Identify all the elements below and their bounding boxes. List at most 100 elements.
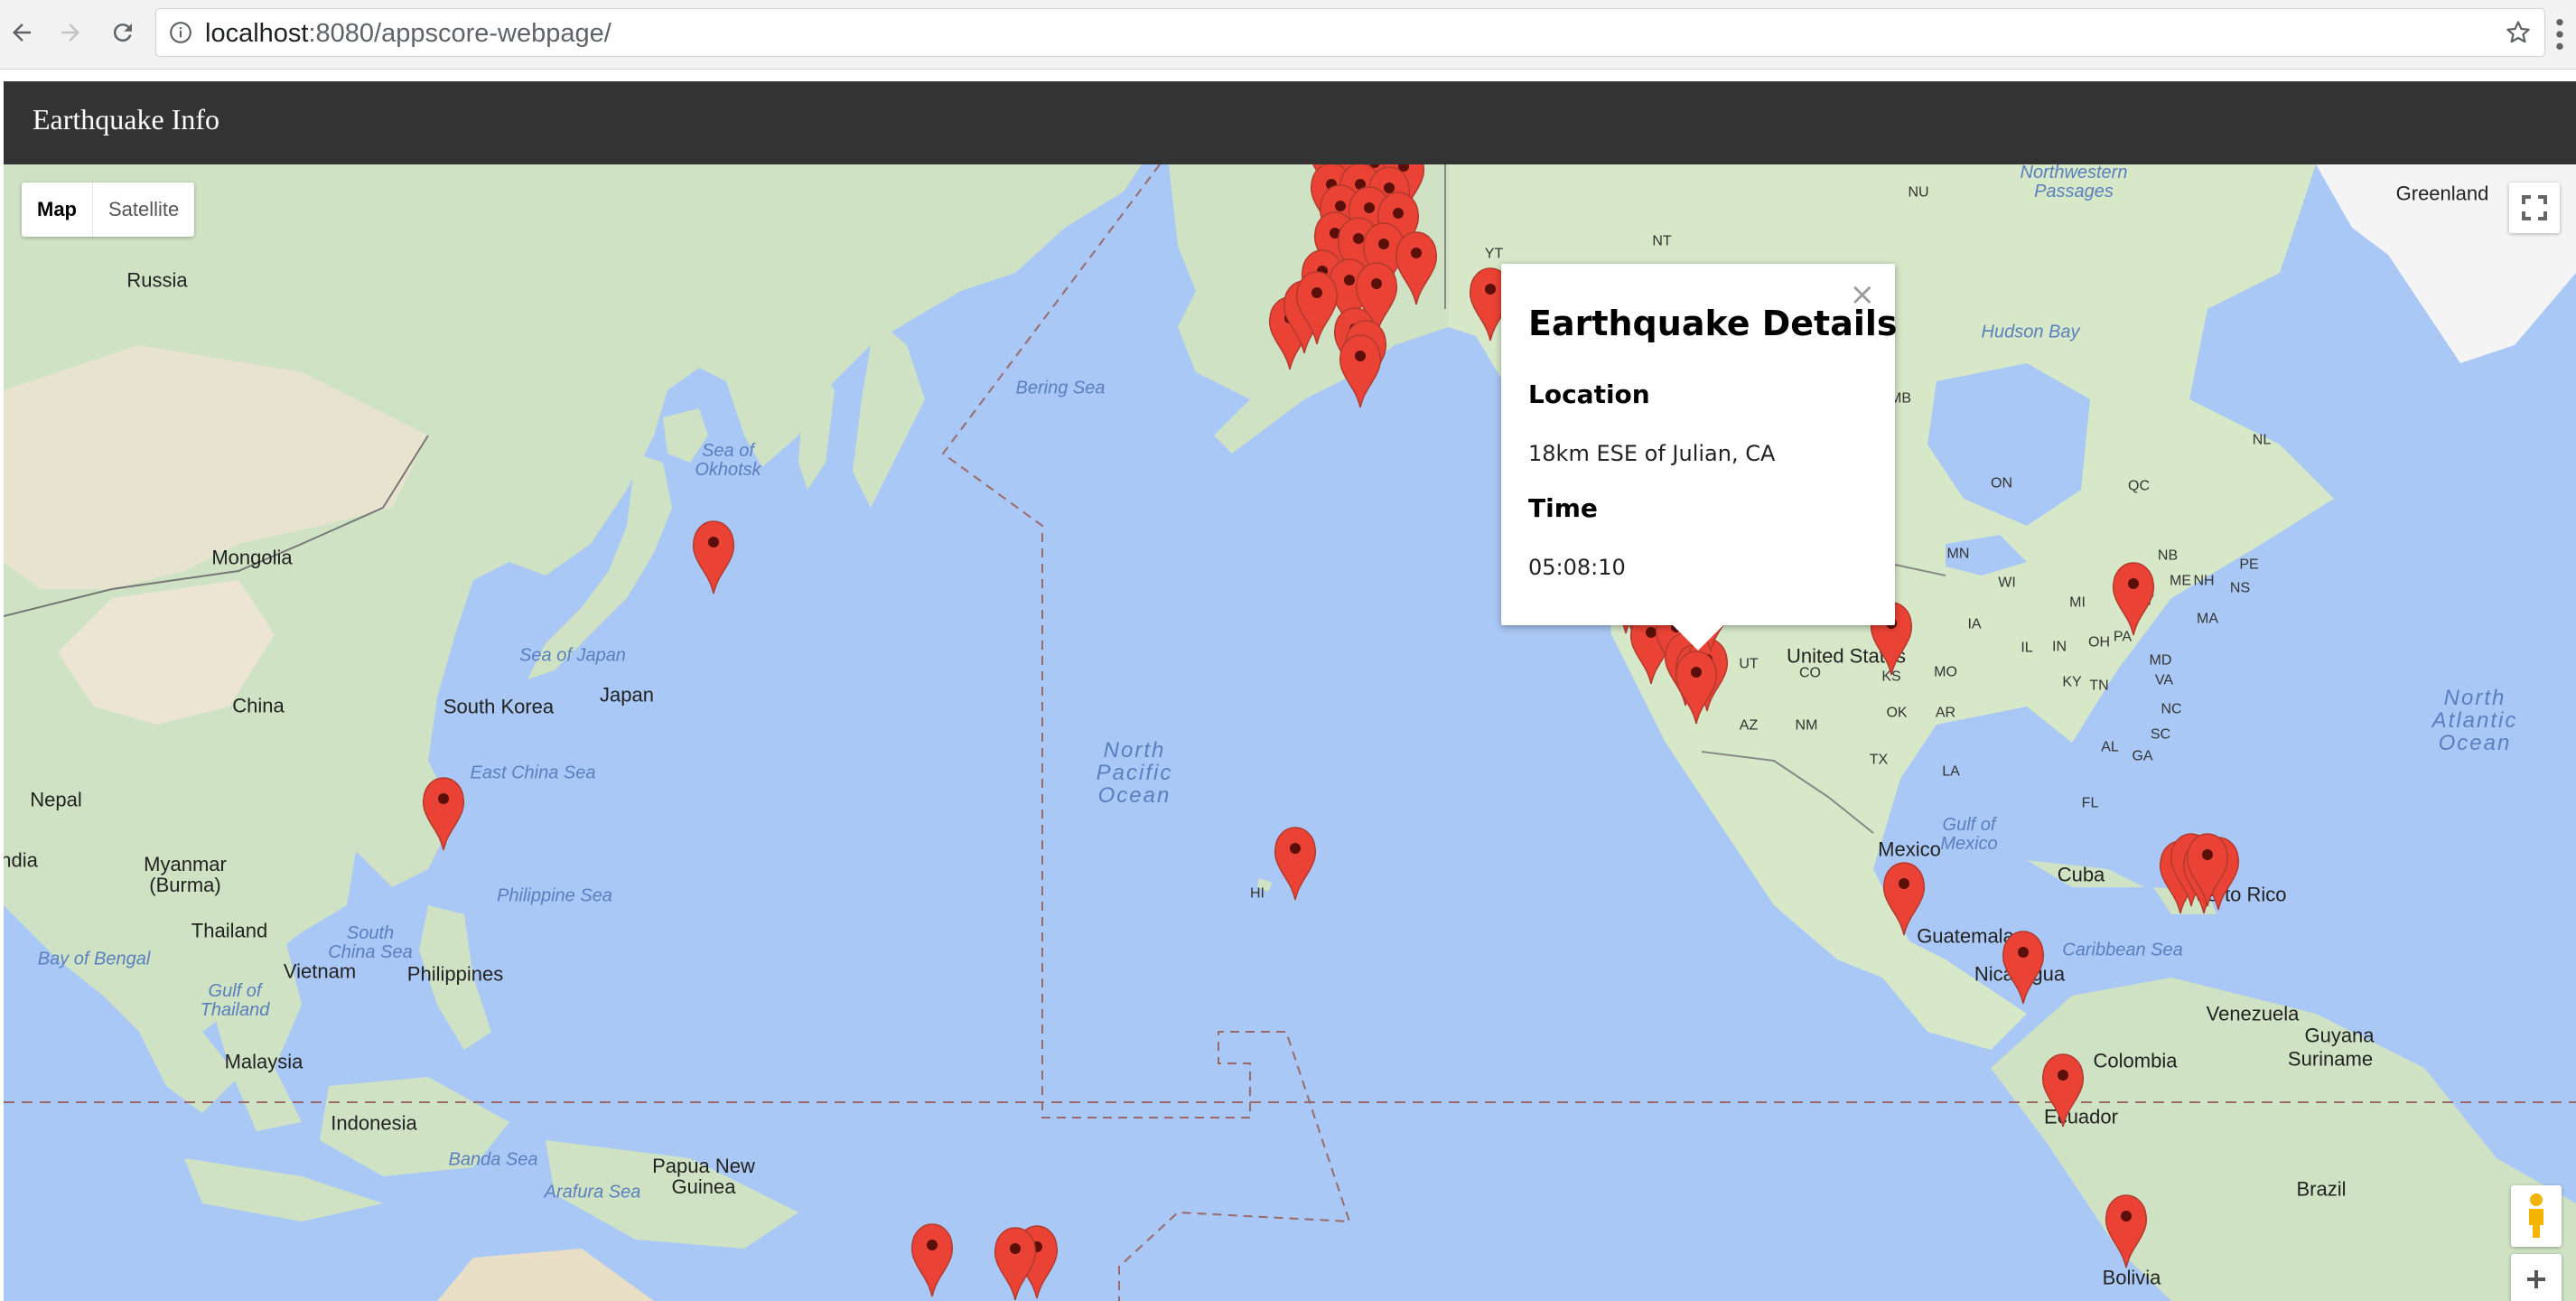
map-label-water: Bering Sea [1015, 378, 1106, 398]
map-label-state: NS [2229, 580, 2251, 596]
street-view-button[interactable] [2511, 1185, 2562, 1247]
map-label-state: HI [1250, 885, 1265, 902]
forward-button[interactable] [51, 13, 90, 52]
map-label-state: ON [1991, 475, 2012, 491]
map-label-state: UT [1739, 656, 1759, 672]
earthquake-marker[interactable] [2002, 931, 2045, 1005]
kebab-menu-icon[interactable] [2551, 16, 2569, 52]
reload-button[interactable] [103, 13, 143, 52]
map-label-state: LA [1942, 763, 1960, 780]
app-navbar: Earthquake Info [4, 81, 2576, 164]
map-label-state: NL [2252, 432, 2272, 448]
map-label-countrie: Indonesia [331, 1111, 417, 1135]
earthquake-marker[interactable] [994, 1227, 1037, 1301]
address-bar[interactable]: localhost:8080/appscore-webpage/ [155, 8, 2545, 57]
map-label-state: MD [2149, 652, 2172, 669]
map-label-water: East China Sea [470, 763, 596, 783]
map-label-countrie: South Korea [443, 695, 555, 718]
map-label-state: MO [1934, 664, 1957, 680]
map-label-countrie: Bolivia [2102, 1266, 2161, 1289]
map-label-water: Northwestern Passages [2020, 164, 2128, 201]
earthquake-marker[interactable] [422, 777, 465, 851]
url-text[interactable]: localhost:8080/appscore-webpage/ [205, 19, 611, 49]
earthquake-marker[interactable] [2105, 1194, 2148, 1268]
map-label-water: Hudson Bay [1981, 322, 2080, 342]
map-label-state: QC [2128, 478, 2150, 494]
map-label-state: AL [2101, 739, 2119, 755]
map-label-state: CO [1799, 665, 1821, 681]
map-label-countrie: Nepal [30, 788, 82, 811]
earthquake-marker[interactable] [2112, 562, 2155, 636]
map-label-countrie: Vietnam [283, 959, 357, 983]
map-label-water: Philippine Sea [497, 885, 612, 906]
map-label-countrie: Thailand [191, 919, 268, 942]
map-label-state: OH [2088, 634, 2110, 650]
brand-title[interactable]: Earthquake Info [33, 103, 219, 136]
map-label-countrie: Suriname [2287, 1047, 2374, 1071]
reload-icon [113, 23, 132, 42]
map-label-water: Sea of Okhotsk [695, 441, 761, 480]
zoom-in-button[interactable] [2511, 1254, 2562, 1301]
info-icon[interactable] [169, 21, 192, 44]
arrow-left-icon [13, 23, 31, 42]
earthquake-marker[interactable] [910, 1223, 954, 1297]
map-label-countrie: Colombia [2093, 1049, 2178, 1072]
star-icon[interactable] [2505, 19, 2532, 46]
map-label-water: Gulf of Thailand [200, 981, 270, 1020]
map-label-countrie: Venezuela [2206, 1002, 2300, 1025]
earthquake-marker[interactable] [692, 520, 735, 594]
map-label-state: KY [2062, 674, 2082, 690]
back-button[interactable] [2, 13, 42, 52]
map-label-water: Sea of Japan [519, 645, 626, 666]
time-heading: Time [1528, 493, 1598, 523]
map-label-countrie: Papua New Guinea [652, 1154, 755, 1198]
map-label-state: TN [2089, 678, 2109, 694]
map-label-water: Arafura Sea [544, 1182, 641, 1203]
map-label-state: MN [1946, 546, 1970, 562]
earthquake-marker[interactable] [1675, 650, 1718, 725]
earthquake-info-window: × Earthquake Details Location 18km ESE o… [1501, 264, 1898, 650]
map-label-countrie: India [4, 848, 38, 872]
map-label-state: NM [1795, 717, 1818, 734]
map-label-countrie: Mexico [1878, 838, 1941, 861]
location-value: 18km ESE of Julian, CA [1528, 441, 1776, 466]
browser-toolbar: localhost:8080/appscore-webpage/ [0, 0, 2576, 70]
map-label-water: Bay of Bengal [37, 949, 151, 969]
map-label-state: FL [2081, 795, 2099, 811]
map-label-water: Banda Sea [448, 1149, 538, 1170]
map-type-control: Map Satellite [22, 183, 195, 237]
map-label-state: NC [2161, 701, 2182, 717]
earthquake-marker[interactable] [2186, 833, 2229, 907]
plus-icon [2527, 1270, 2545, 1288]
earthquake-marker[interactable] [1274, 827, 1317, 901]
map-label-countrie: Philippines [406, 962, 504, 986]
map-label-state: NB [2157, 548, 2179, 564]
map-label-state: NT [1652, 233, 1672, 249]
map-label-state: AR [1935, 705, 1956, 721]
map-label-state: IN [2052, 639, 2067, 655]
map-label-countrie: Guyana [2304, 1024, 2375, 1047]
map-label-state: WI [1998, 575, 2016, 591]
map-type-map-button[interactable]: Map [22, 183, 93, 237]
map-label-state: SC [2150, 726, 2171, 743]
map-label-countrie: Russia [126, 268, 188, 292]
earthquake-marker[interactable] [1295, 271, 1339, 345]
earthquake-marker[interactable] [2041, 1053, 2085, 1128]
map-label-state: OK [1886, 705, 1908, 721]
earthquake-marker[interactable] [1395, 231, 1438, 305]
map-label-countrie: Greenland [2395, 182, 2489, 205]
arrow-right-icon [61, 23, 79, 42]
map-label-state: AZ [1739, 717, 1759, 734]
map-label-water: Gulf of Mexico [1940, 815, 1998, 854]
map-canvas[interactable]: Russia Mongolia China South Korea Japan Nepal… [4, 164, 2576, 1301]
map-label-state: IA [1967, 616, 1982, 632]
earthquake-marker[interactable] [1339, 334, 1382, 408]
location-heading: Location [1528, 379, 1650, 409]
map-label-state: NH [2193, 573, 2215, 589]
map-label-state: PE [2239, 557, 2259, 573]
fullscreen-button[interactable] [2509, 183, 2560, 233]
map-label-countrie: Cuba [2057, 863, 2105, 886]
earthquake-marker[interactable] [1882, 862, 1926, 936]
map-type-satellite-button[interactable]: Satellite [93, 183, 194, 237]
map-label-state: GA [2132, 748, 2153, 764]
